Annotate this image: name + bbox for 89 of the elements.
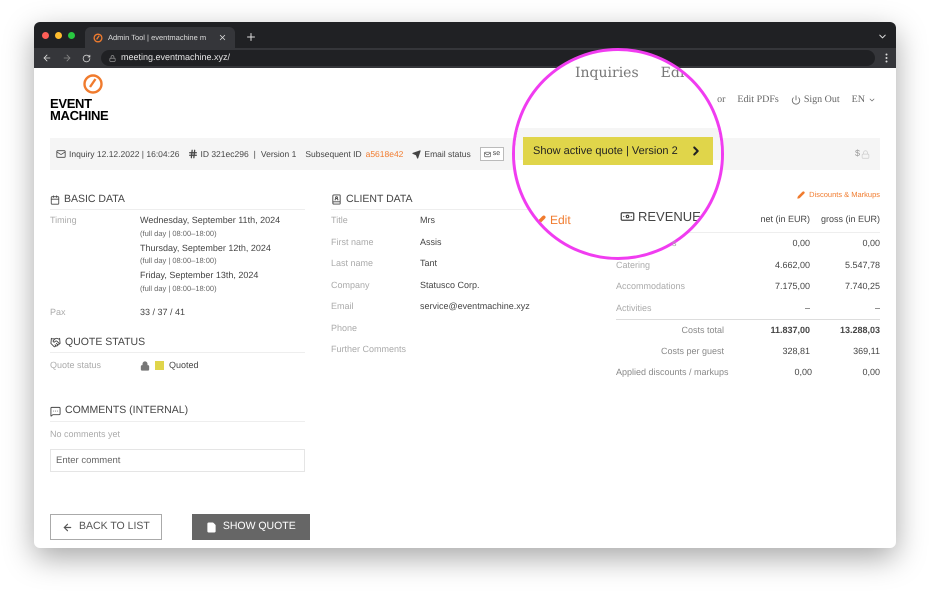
email-status-label: Email status	[424, 148, 471, 160]
reload-icon[interactable]	[82, 54, 91, 62]
subsequent-id-label: Subsequent ID	[305, 148, 362, 160]
version-text: Version 1	[260, 148, 296, 160]
inquiry-date: Inquiry 12.12.2022 | 16:04:26	[69, 148, 180, 160]
back-icon[interactable]	[42, 53, 52, 63]
currency-symbol: $	[854, 147, 860, 160]
gross-value: 369,11	[852, 344, 880, 358]
net-value: 0,00	[794, 366, 812, 379]
column-header: gross (in EUR)	[820, 212, 880, 226]
section-title: BASIC DATA	[64, 192, 125, 207]
gross-value: 5.547,78	[844, 258, 880, 272]
date-text: Wednesday, September 11th, 2024	[140, 214, 280, 227]
row-label: Activities	[616, 302, 652, 314]
gross-value: 0,00	[861, 366, 880, 379]
net-value: 0,00	[791, 237, 810, 250]
pax-value: 33 / 37 / 41	[140, 306, 186, 318]
section-title: CLIENT DATA	[346, 192, 413, 207]
address-bar[interactable]: meeting.eventmachine.xyz/	[101, 50, 875, 66]
net-value: 4.662,00	[774, 258, 810, 272]
row-label: Costs total	[681, 324, 724, 336]
section-title: COMMENTS (INTERNAL)	[65, 403, 188, 418]
gross-value: –	[874, 302, 880, 314]
tab-logo-icon	[93, 32, 103, 42]
send-icon	[412, 150, 422, 158]
field-value: Mrs	[420, 214, 436, 227]
document-icon	[206, 522, 217, 532]
net-value: –	[804, 302, 810, 314]
separator: |	[254, 148, 256, 160]
show-active-quote-button[interactable]: Show active quote | Version 2	[523, 137, 713, 165]
power-icon	[790, 94, 801, 104]
comment-icon	[50, 406, 61, 416]
inquiry-id: ID 321ec296	[200, 148, 249, 160]
field-label: Timing	[50, 214, 78, 227]
comment-input[interactable]: Enter comment	[50, 449, 306, 472]
date-text: Thursday, September 12th, 2024	[140, 242, 272, 255]
date-text: Friday, September 13th, 2024	[140, 269, 260, 282]
hash-icon	[188, 149, 198, 159]
kebab-menu-icon[interactable]	[885, 53, 888, 63]
empty-comments-text: No comments yet	[50, 428, 122, 441]
lock-icon	[109, 54, 116, 62]
field-label: Title	[331, 214, 349, 227]
sign-out-link[interactable]: Sign Out	[790, 92, 840, 107]
inquiry-icon	[56, 149, 66, 159]
field-label: Email	[331, 300, 355, 313]
field-label: Company	[331, 278, 371, 292]
nav-link[interactable]: Edit PDFs	[737, 92, 779, 107]
language-dropdown[interactable]: EN	[852, 92, 876, 107]
field-label: Last name	[331, 257, 374, 270]
logo-icon	[82, 73, 104, 95]
field-value: Tant	[420, 257, 438, 270]
field-label: Further Comments	[331, 343, 408, 356]
envelope-icon	[484, 150, 491, 158]
arrow-left-icon	[62, 522, 73, 532]
row-label: Catering	[616, 258, 650, 272]
row-label: Accommodations	[616, 280, 686, 293]
lock-icon	[861, 150, 870, 158]
status-value: Quoted	[169, 359, 199, 372]
row-label: Applied discounts / markups	[616, 366, 729, 379]
calendar-icon	[50, 194, 60, 204]
field-label: First name	[331, 236, 375, 248]
gross-value: 13.288,03	[838, 324, 880, 336]
logo-text: EVENT MACHINE	[50, 98, 108, 122]
net-value: 328,81	[781, 344, 810, 358]
contact-card-icon	[331, 194, 342, 205]
handshake-icon	[50, 337, 61, 348]
nav-link[interactable]: or	[717, 92, 726, 107]
forward-icon[interactable]	[62, 53, 72, 63]
field-value: Statusco Corp.	[420, 278, 480, 292]
net-value: 11.837,00	[769, 324, 810, 336]
back-to-list-button[interactable]: BACK TO LIST	[50, 514, 162, 540]
field-label: Pax	[50, 306, 67, 318]
field-value: Assis	[420, 236, 442, 248]
revenue-title: REVENUE	[638, 208, 701, 226]
field-label: Phone	[331, 322, 358, 334]
nav-link[interactable]: Inquiries	[575, 63, 639, 84]
show-quote-button[interactable]: SHOW QUOTE	[192, 514, 310, 540]
net-value: 7.175,00	[774, 280, 810, 293]
row-label: Costs per guest	[660, 344, 724, 358]
pencil-icon	[797, 191, 806, 199]
field-value: service@eventmachine.xyz	[420, 300, 530, 313]
column-header: net (in EUR)	[759, 212, 810, 226]
close-icon[interactable]	[218, 33, 227, 42]
section-title: QUOTE STATUS	[65, 334, 146, 350]
gross-value: 7.740,25	[844, 280, 880, 293]
new-tab-icon[interactable]	[245, 31, 257, 43]
gross-value: 0,00	[861, 237, 880, 250]
field-label: Quote status	[50, 359, 102, 372]
url-text: meeting.eventmachine.xyz/	[121, 51, 230, 64]
